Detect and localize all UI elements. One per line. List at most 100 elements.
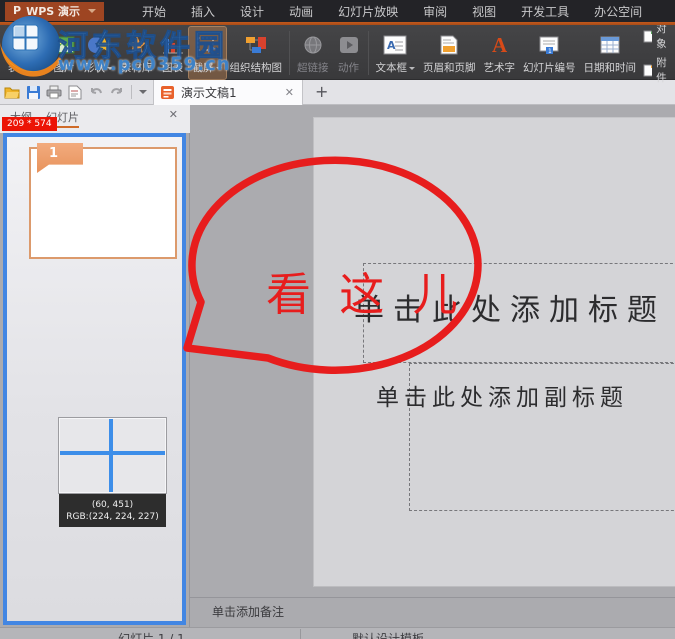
status-bar: 幻灯片 1 / 1 默认设计模板 [0, 627, 675, 639]
object-button[interactable]: 对象 [643, 21, 672, 51]
object-icon [643, 30, 653, 42]
insert-ribbon: 表格 图片 形状 素材库 图表 截屏 组织结构图 超链接 动作 A 文本框 页眉… [0, 23, 675, 84]
textbox-button[interactable]: A 文本框 [372, 27, 420, 79]
color-picker-magnifier [59, 418, 166, 493]
slide-thumbnail-panel[interactable]: 1 (60, 451) RGB:(224, 224, 227) [3, 133, 186, 625]
redo-button [108, 83, 126, 101]
object-label: 对象 [656, 23, 667, 50]
chevron-down-icon[interactable] [139, 90, 147, 94]
title-placeholder-text[interactable]: 单击此处添加标题 [354, 285, 666, 329]
print-button[interactable] [45, 83, 63, 101]
ribbon-divider [289, 31, 290, 75]
hyperlink-icon [301, 29, 325, 61]
chart-icon [161, 29, 185, 61]
chevron-down-icon [107, 66, 113, 70]
asset-library-label: 素材库 [121, 62, 153, 74]
asset-library-button[interactable]: 素材库 [117, 27, 157, 79]
picture-icon [52, 29, 76, 61]
object-attachment-group: 对象 附件 [640, 23, 675, 84]
menu-insert[interactable]: 插入 [191, 3, 215, 20]
screenshot-button[interactable]: 截屏 [187, 26, 227, 80]
subtitle-placeholder-text[interactable]: 单击此处添加副标题 [376, 378, 628, 412]
date-time-icon [598, 29, 622, 61]
picture-label: 图片 [53, 62, 75, 74]
undo-icon [91, 87, 102, 94]
action-icon [337, 29, 361, 61]
wordart-button[interactable]: A 艺术字 [480, 27, 520, 79]
menu-office-space[interactable]: 办公空间 [594, 3, 642, 20]
header-footer-icon [437, 29, 461, 61]
chevron-down-icon [88, 8, 97, 13]
attachment-icon [643, 64, 653, 76]
print-preview-icon [68, 85, 82, 99]
svg-text:A: A [387, 39, 396, 52]
action-label: 动作 [338, 62, 359, 74]
slide-canvas[interactable] [313, 117, 675, 587]
header-footer-label: 页眉和页脚 [423, 62, 476, 74]
save-button[interactable] [24, 83, 42, 101]
menu-animation[interactable]: 动画 [289, 3, 313, 20]
new-tab-button[interactable]: + [315, 84, 328, 100]
header-footer-button[interactable]: 页眉和页脚 [419, 27, 480, 79]
picture-button[interactable]: 图片 [48, 27, 80, 79]
table-button[interactable]: 表格 [4, 27, 41, 79]
date-time-button[interactable]: 日期和时间 [580, 27, 641, 79]
menu-bar: 开始 插入 设计 动画 幻灯片放映 审阅 视图 开发工具 办公空间 [142, 3, 642, 20]
wps-app-button[interactable]: P WPS 演示 [5, 1, 105, 21]
notes-splitter[interactable] [190, 597, 675, 598]
print-preview-button[interactable] [66, 83, 84, 101]
wordart-label: 艺术字 [483, 62, 516, 74]
org-chart-label: 组织结构图 [229, 62, 283, 74]
menu-design[interactable]: 设计 [240, 3, 264, 20]
ribbon-divider [367, 31, 369, 75]
redo-icon [111, 87, 122, 94]
textbox-icon: A [382, 29, 408, 61]
menu-view[interactable]: 视图 [472, 3, 496, 20]
menu-review[interactable]: 审阅 [423, 3, 447, 20]
wordart-icon: A [487, 29, 511, 61]
chevron-down-icon [409, 66, 415, 70]
toolbar-divider [131, 85, 132, 99]
attachment-label: 附件 [656, 57, 667, 84]
print-icon [46, 85, 62, 99]
close-tab-icon[interactable]: ✕ [283, 86, 296, 99]
notes-placeholder[interactable]: 单击添加备注 [212, 603, 284, 620]
wps-logo-letter: P [13, 4, 22, 17]
hyperlink-label: 超链接 [297, 62, 329, 74]
hyperlink-button: 超链接 [293, 27, 333, 79]
template-name: 默认设计模板 [352, 632, 425, 639]
chart-button[interactable]: 图表 [157, 27, 189, 79]
accent-divider [0, 22, 675, 25]
action-button: 动作 [333, 27, 365, 79]
chevron-down-icon [31, 66, 37, 70]
attachment-button[interactable]: 附件 [643, 55, 672, 85]
slide-indicator: 幻灯片 1 / 1 [118, 632, 185, 639]
open-file-button[interactable] [3, 83, 21, 101]
screenshot-label: 截屏 [192, 62, 214, 74]
date-time-label: 日期和时间 [583, 62, 637, 74]
asset-library-icon [125, 29, 149, 61]
color-picker-tooltip: (60, 451) RGB:(224, 224, 227) [59, 494, 166, 527]
menu-home[interactable]: 开始 [142, 3, 166, 20]
screenshot-size-badge: 209 * 574 [2, 117, 57, 131]
title-bar: P WPS 演示 开始 插入 设计 动画 幻灯片放映 审阅 视图 开发工具 办公… [0, 0, 675, 22]
slide-number-label: 幻灯片编号 [523, 62, 576, 74]
slide-number-icon: 1 [537, 29, 561, 61]
shapes-button[interactable]: 形状 [80, 27, 117, 79]
org-chart-button[interactable]: 组织结构图 [226, 27, 287, 79]
status-divider [300, 629, 301, 639]
slide-number-button[interactable]: 1 幻灯片编号 [519, 27, 580, 79]
presentation-file-icon [161, 85, 174, 99]
chevron-down-icon [215, 66, 222, 70]
menu-devtools[interactable]: 开发工具 [521, 3, 569, 20]
textbox-label: 文本框 [375, 62, 408, 74]
app-name: WPS 演示 [26, 4, 81, 18]
menu-slideshow[interactable]: 幻灯片放映 [338, 3, 398, 20]
close-panel-icon[interactable]: ✕ [169, 108, 178, 121]
table-icon [11, 29, 35, 61]
document-tab[interactable]: 演示文稿1 ✕ [153, 79, 303, 105]
document-tab-bar: 演示文稿1 ✕ + [0, 79, 675, 105]
svg-text:A: A [492, 33, 508, 57]
table-label: 表格 [8, 62, 29, 74]
org-chart-icon [243, 29, 269, 61]
